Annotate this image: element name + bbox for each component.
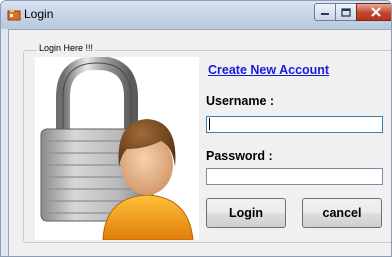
window-title: Login [24,7,54,21]
padlock-user-icon [35,57,199,240]
close-icon [371,7,381,17]
login-button[interactable]: Login [206,198,286,228]
minimize-button[interactable] [314,3,336,21]
password-field[interactable] [206,168,383,185]
username-field[interactable] [206,116,383,133]
minimize-icon [321,13,329,15]
title-bar[interactable]: Login [1,1,391,29]
groupbox-title: Login Here !!! [37,43,96,53]
password-label: Password : [206,149,273,163]
create-account-link[interactable]: Create New Account [208,63,329,77]
cancel-button[interactable]: cancel [302,198,382,228]
maximize-icon [341,7,351,17]
maximize-button[interactable] [335,3,357,21]
login-window: Login Login Here !!! Create New Account … [0,0,392,257]
text-caret [209,118,210,130]
close-button[interactable] [356,3,391,21]
app-icon [7,9,21,21]
username-label: Username : [206,94,275,108]
